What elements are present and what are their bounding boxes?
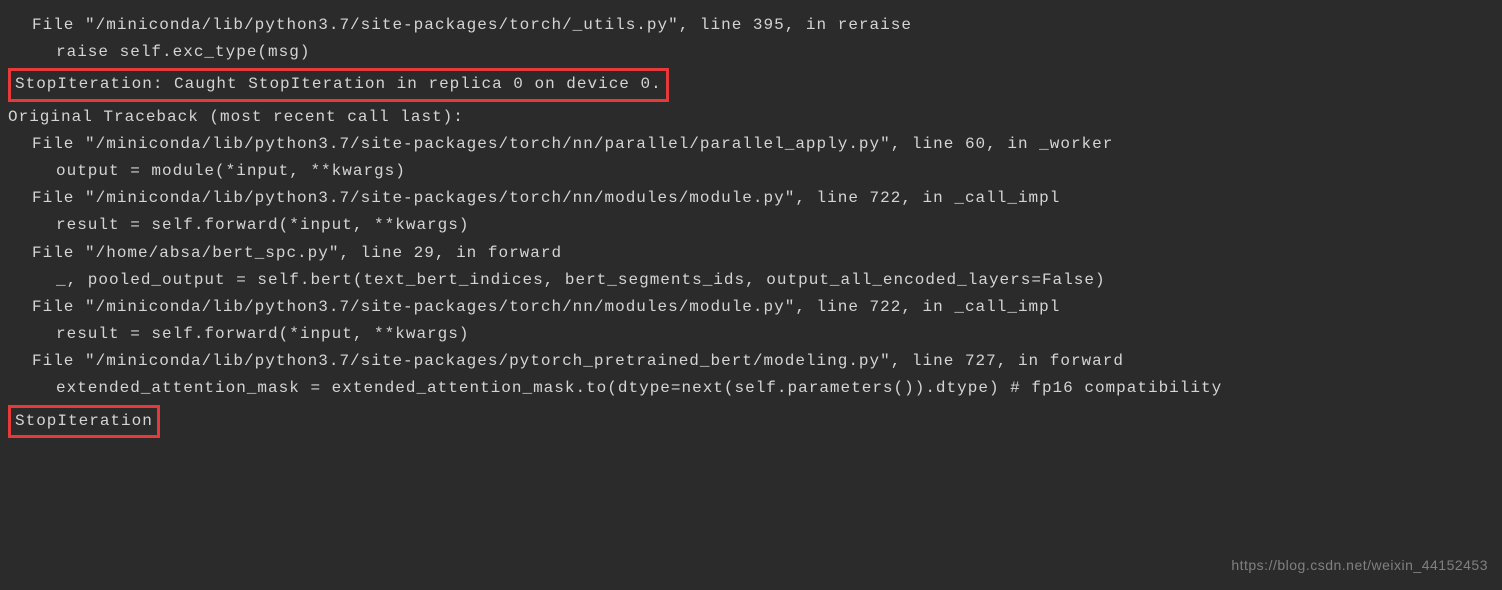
traceback-line: File "/home/absa/bert_spc.py", line 29, … (8, 240, 1494, 267)
traceback-line: File "/miniconda/lib/python3.7/site-pack… (8, 185, 1494, 212)
traceback-line: raise self.exc_type(msg) (8, 39, 1494, 66)
original-traceback-header: Original Traceback (most recent call las… (8, 104, 1494, 131)
stop-iteration-error: StopIteration: Caught StopIteration in r… (8, 68, 669, 101)
traceback-line: result = self.forward(*input, **kwargs) (8, 321, 1494, 348)
traceback-line: extended_attention_mask = extended_atten… (8, 375, 1494, 402)
traceback-line: _, pooled_output = self.bert(text_bert_i… (8, 267, 1494, 294)
traceback-line: output = module(*input, **kwargs) (8, 158, 1494, 185)
stop-iteration-final: StopIteration (8, 405, 160, 438)
traceback-line: result = self.forward(*input, **kwargs) (8, 212, 1494, 239)
error-highlight-row: StopIteration (8, 405, 1494, 438)
watermark-text: https://blog.csdn.net/weixin_44152453 (1231, 554, 1488, 578)
traceback-line: File "/miniconda/lib/python3.7/site-pack… (8, 294, 1494, 321)
traceback-line: File "/miniconda/lib/python3.7/site-pack… (8, 12, 1494, 39)
traceback-line: File "/miniconda/lib/python3.7/site-pack… (8, 131, 1494, 158)
error-highlight-row: StopIteration: Caught StopIteration in r… (8, 68, 1494, 101)
traceback-line: File "/miniconda/lib/python3.7/site-pack… (8, 348, 1494, 375)
terminal-output: File "/miniconda/lib/python3.7/site-pack… (8, 12, 1494, 438)
